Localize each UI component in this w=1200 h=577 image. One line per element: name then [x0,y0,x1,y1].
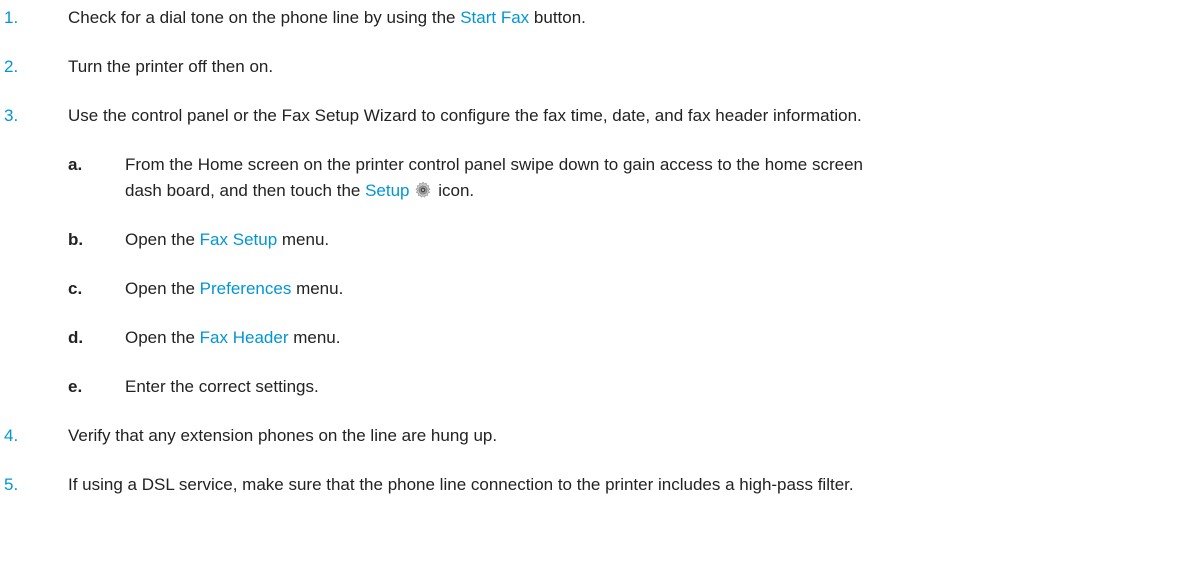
substep-text-after: menu. [291,279,344,298]
fax-setup-link[interactable]: Fax Setup [200,230,278,249]
substep-text-line2: dash board, and then touch the Setup ico… [125,180,1185,202]
step-text: Turn the printer off then on. [68,57,274,76]
substep-text-after: menu. [288,328,341,347]
fax-header-link[interactable]: Fax Header [200,328,289,347]
step-text: If using a DSL service, make sure that t… [68,475,854,494]
step-text-before: Check for a dial tone on the phone line … [68,8,461,27]
step-text-after: button. [529,8,586,27]
start-fax-link[interactable]: Start Fax [460,8,529,27]
step-text: Use the control panel or the Fax Setup W… [68,106,862,125]
troubleshooting-steps: 1. Check for a dial tone on the phone li… [0,0,1200,577]
substep-text: Open the Fax Setup menu. [125,229,1185,251]
substep-letter: d. [68,328,84,347]
substep-text-after: icon. [433,181,475,200]
substep-text-before: Open the [125,230,200,249]
substep-text-line1: From the Home screen on the printer cont… [125,155,863,174]
substep-text: Enter the correct settings. [125,377,319,396]
substep-text-after: menu. [277,230,330,249]
substep-letter: b. [68,230,84,249]
setup-gear-icon[interactable] [414,181,432,199]
substep-text-before: Open the [125,328,200,347]
substep-text: Open the Preferences menu. [125,278,1185,300]
step-text: Verify that any extension phones on the … [68,426,498,445]
step-number: 1. [4,8,19,27]
substep-text: Open the Fax Header menu. [125,327,1185,349]
substep-text-before: dash board, and then touch the [125,181,366,200]
step-number: 5. [4,475,19,494]
substep-letter: e. [68,377,83,396]
substep-letter: c. [68,279,83,298]
step-number: 2. [4,57,19,76]
step-number: 4. [4,426,19,445]
preferences-link[interactable]: Preferences [200,279,292,298]
step-number: 3. [4,106,19,125]
step-text: Check for a dial tone on the phone line … [68,7,1196,29]
substep-letter: a. [68,155,83,174]
substep-text-before: Open the [125,279,200,298]
setup-link[interactable]: Setup [365,181,409,200]
